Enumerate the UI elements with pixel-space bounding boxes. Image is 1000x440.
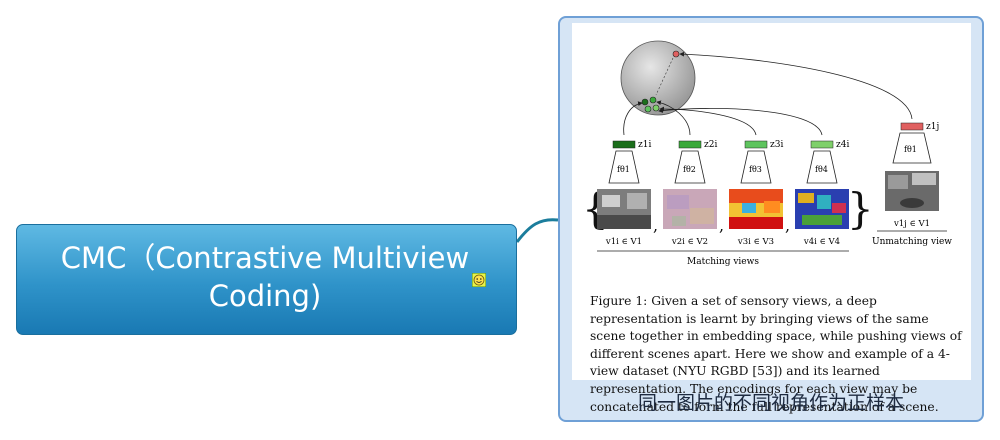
view-image-2 bbox=[663, 189, 717, 229]
view-image-1 bbox=[597, 189, 651, 229]
code-label-2: z2i bbox=[704, 140, 717, 150]
right-brace: } bbox=[847, 184, 874, 233]
code-bar-3 bbox=[744, 140, 768, 149]
central-topic[interactable]: CMC（Contrastive Multiview Coding) bbox=[16, 224, 517, 335]
topic-title: CMC（Contrastive Multiview Coding) bbox=[60, 241, 470, 313]
view-image-unmatched bbox=[885, 171, 939, 211]
matching-views-label: Matching views bbox=[687, 257, 759, 267]
view-label-1: v1i ∈ V1 bbox=[605, 237, 642, 247]
encoder-label-3: fθ3 bbox=[749, 165, 762, 174]
code-bar-2 bbox=[678, 140, 702, 149]
callout-label: 同一图片的不同视角作为正样本 bbox=[637, 392, 904, 414]
cmc-figure: z1i z2i z3i z4i z1j fθ1 fθ2 fθ3 fθ4 fθ1 … bbox=[572, 23, 971, 414]
view-label-2: v2i ∈ V2 bbox=[671, 237, 708, 247]
svg-text:,: , bbox=[785, 216, 790, 235]
view-label-4: v4i ∈ V4 bbox=[803, 237, 840, 247]
code-bar-unmatched bbox=[900, 122, 924, 131]
image-callout[interactable]: z1i z2i z3i z4i z1j fθ1 fθ2 fθ3 fθ4 fθ1 … bbox=[558, 16, 984, 422]
code-label-4: z4i bbox=[836, 140, 849, 150]
embedding-point-2 bbox=[649, 96, 657, 104]
encoder-label-1: fθ1 bbox=[617, 165, 630, 174]
encoder-label-2: fθ2 bbox=[683, 165, 696, 174]
svg-text:,: , bbox=[719, 216, 724, 235]
embedding-point-1 bbox=[641, 98, 649, 106]
embedding-point-unmatched bbox=[672, 50, 680, 58]
code-label-1: z1i bbox=[638, 140, 651, 150]
code-bar-4 bbox=[810, 140, 834, 149]
code-label-3: z3i bbox=[770, 140, 783, 150]
smiley-icon[interactable] bbox=[472, 273, 486, 287]
encoder-label-unmatched: fθ1 bbox=[904, 145, 917, 154]
embedding-sphere bbox=[620, 40, 696, 116]
unmatching-view-label: Unmatching view bbox=[872, 237, 952, 247]
code-bar-1 bbox=[612, 140, 636, 149]
cmc-diagram: z1i z2i z3i z4i z1j fθ1 fθ2 fθ3 fθ4 fθ1 … bbox=[582, 40, 952, 267]
view-image-4 bbox=[795, 189, 849, 229]
view-label-unmatched: v1j ∈ V1 bbox=[893, 219, 930, 229]
encoder-label-4: fθ4 bbox=[815, 165, 828, 174]
svg-text:,: , bbox=[653, 216, 658, 235]
view-label-3: v3i ∈ V3 bbox=[737, 237, 774, 247]
embedding-point-4 bbox=[652, 104, 660, 112]
view-image-3 bbox=[729, 189, 783, 229]
embedding-point-3 bbox=[644, 105, 652, 113]
code-label-unmatched: z1j bbox=[926, 122, 939, 132]
